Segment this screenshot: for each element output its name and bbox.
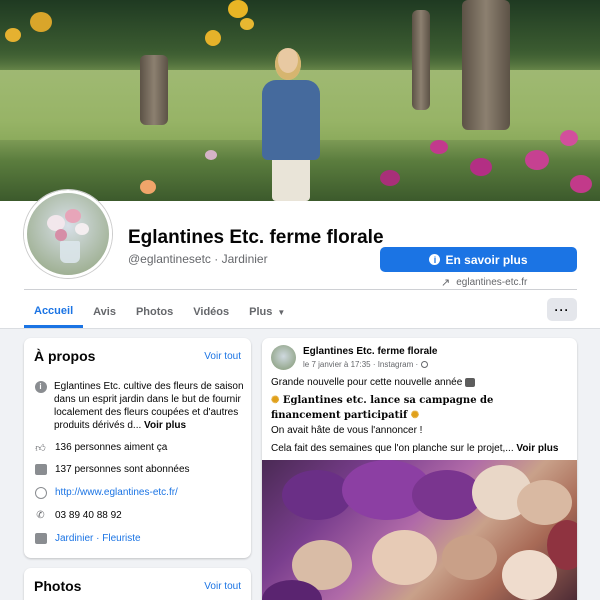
about-see-all-link[interactable]: Voir tout — [204, 351, 241, 362]
external-link-icon: ↗ — [441, 277, 451, 289]
category-links[interactable]: Jardinier · Fleuriste — [55, 533, 141, 544]
cover-tree-trunk — [412, 10, 430, 110]
likes-row: 👍︎ 136 personnes aiment ça — [34, 441, 244, 454]
page-handle: @eglantinesetc · Jardinier — [128, 252, 268, 266]
sunflower — [228, 0, 248, 18]
post-headline: ✺ Eglantines etc. lance sa campagne de f… — [271, 393, 561, 423]
tab-label: Photos — [135, 306, 174, 318]
learn-more-label: En savoir plus — [445, 252, 528, 267]
flower-bloom — [372, 530, 437, 585]
info-icon: i — [34, 380, 47, 393]
cosmos-flower — [380, 170, 400, 186]
flower-bloom — [442, 535, 497, 580]
cover-photo[interactable] — [0, 0, 600, 201]
cosmos-flower — [205, 150, 217, 160]
folder-icon — [34, 532, 47, 545]
profile-picture[interactable] — [24, 190, 112, 278]
cosmos-flower — [560, 130, 578, 146]
cosmos-flower — [430, 140, 448, 154]
header-divider — [24, 289, 577, 290]
cosmos-flower — [470, 158, 492, 176]
cosmos-flower — [570, 175, 592, 193]
tab-label: Avis — [93, 306, 116, 318]
sunflower — [5, 28, 21, 42]
page-title: Eglantines Etc. ferme florale — [128, 227, 384, 248]
post-headline-text: Eglantines etc. lance sa campagne de fin… — [271, 395, 494, 421]
post-image[interactable] — [262, 460, 577, 600]
page-tabs: Accueil Avis Photos Vidéos Plus ▼ — [24, 296, 295, 328]
about-see-more-link[interactable]: Voir plus — [144, 420, 186, 431]
thumbs-up-icon: 👍︎ — [35, 442, 46, 454]
about-card: À propos Voir tout i Eglantines Etc. cul… — [24, 338, 251, 558]
info-icon: i — [429, 254, 441, 265]
sunflower — [205, 30, 221, 46]
about-description: Eglantines Etc. cultive des fleurs de sa… — [54, 380, 249, 432]
likes-text: 136 personnes aiment ça — [55, 442, 168, 453]
tab-avis[interactable]: Avis — [83, 296, 126, 328]
website-url-link[interactable]: http://www.eglantines-etc.fr/ — [55, 487, 178, 498]
post-meta: le 7 janvier à 17:35 · Instagram · — [303, 360, 429, 369]
flower-bloom — [517, 480, 572, 525]
avatar-flower — [55, 229, 67, 241]
tab-plus[interactable]: Plus ▼ — [239, 296, 295, 328]
flower-bloom — [282, 470, 352, 520]
person-figure — [275, 48, 301, 80]
photos-title: Photos — [34, 578, 82, 594]
cover-tree-trunk — [140, 55, 168, 125]
tab-label: Plus — [249, 306, 273, 318]
cosmos-flower — [140, 180, 156, 194]
photos-see-all-link[interactable]: Voir tout — [204, 581, 241, 592]
post-text-line: Cela fait des semaines que l'on planche … — [271, 443, 558, 454]
post-text-line: On avait hâte de vous l'annoncer ! — [271, 425, 422, 436]
post-author-avatar[interactable] — [271, 345, 296, 370]
website-link[interactable]: ↗ eglantines-etc.fr — [441, 276, 527, 289]
caret-down-icon: ▼ — [277, 307, 286, 317]
tab-label: Vidéos — [193, 306, 230, 318]
clapperboard-icon — [465, 377, 476, 387]
post-author-name[interactable]: Eglantines Etc. ferme florale — [303, 346, 438, 357]
avatar-flower — [65, 209, 81, 223]
tab-label: Accueil — [34, 304, 74, 317]
post-text: On avait hâte de vous l'annoncer ! — [271, 425, 423, 436]
avatar-vase — [60, 241, 80, 263]
post-see-more-link[interactable]: Voir plus — [516, 443, 558, 454]
tab-accueil[interactable]: Accueil — [24, 296, 84, 328]
post-date[interactable]: le 7 janvier à 17:35 · Instagram · — [303, 360, 418, 369]
website-label: eglantines-etc.fr — [456, 277, 528, 288]
post-card: Eglantines Etc. ferme florale le 7 janvi… — [262, 338, 577, 600]
more-options-button[interactable]: ··· — [547, 298, 577, 321]
avatar-flower — [75, 223, 89, 235]
party-popper-icon: ✺ — [271, 395, 280, 406]
phone-icon: ✆ — [36, 510, 45, 521]
category-row: Jardinier · Fleuriste — [34, 532, 244, 545]
followers-row: 137 personnes sont abonnées — [34, 463, 244, 476]
party-popper-icon: ✺ — [410, 410, 420, 421]
post-text-line: Grande nouvelle pour cette nouvelle anné… — [271, 377, 476, 388]
phone-number: 03 89 40 88 92 — [55, 510, 122, 521]
phone-row: ✆ 03 89 40 88 92 — [34, 509, 244, 522]
post-text: Cela fait des semaines que l'on planche … — [271, 443, 514, 454]
cover-tree-trunk — [462, 0, 510, 130]
learn-more-button[interactable]: i En savoir plus — [380, 247, 577, 272]
globe-icon — [34, 486, 47, 499]
checkbox-icon — [34, 463, 47, 476]
photos-card: Photos Voir tout — [24, 568, 251, 600]
followers-text: 137 personnes sont abonnées — [55, 464, 190, 475]
sunflower — [240, 18, 254, 30]
url-row: http://www.eglantines-etc.fr/ — [34, 486, 244, 499]
globe-icon — [421, 361, 429, 368]
post-text: Grande nouvelle pour cette nouvelle anné… — [271, 377, 463, 388]
cosmos-flower — [525, 150, 549, 170]
person-figure — [262, 80, 320, 160]
about-title: À propos — [34, 348, 96, 364]
tab-photos[interactable]: Photos — [126, 296, 183, 328]
tab-videos[interactable]: Vidéos — [183, 296, 239, 328]
sunflower — [30, 12, 52, 32]
